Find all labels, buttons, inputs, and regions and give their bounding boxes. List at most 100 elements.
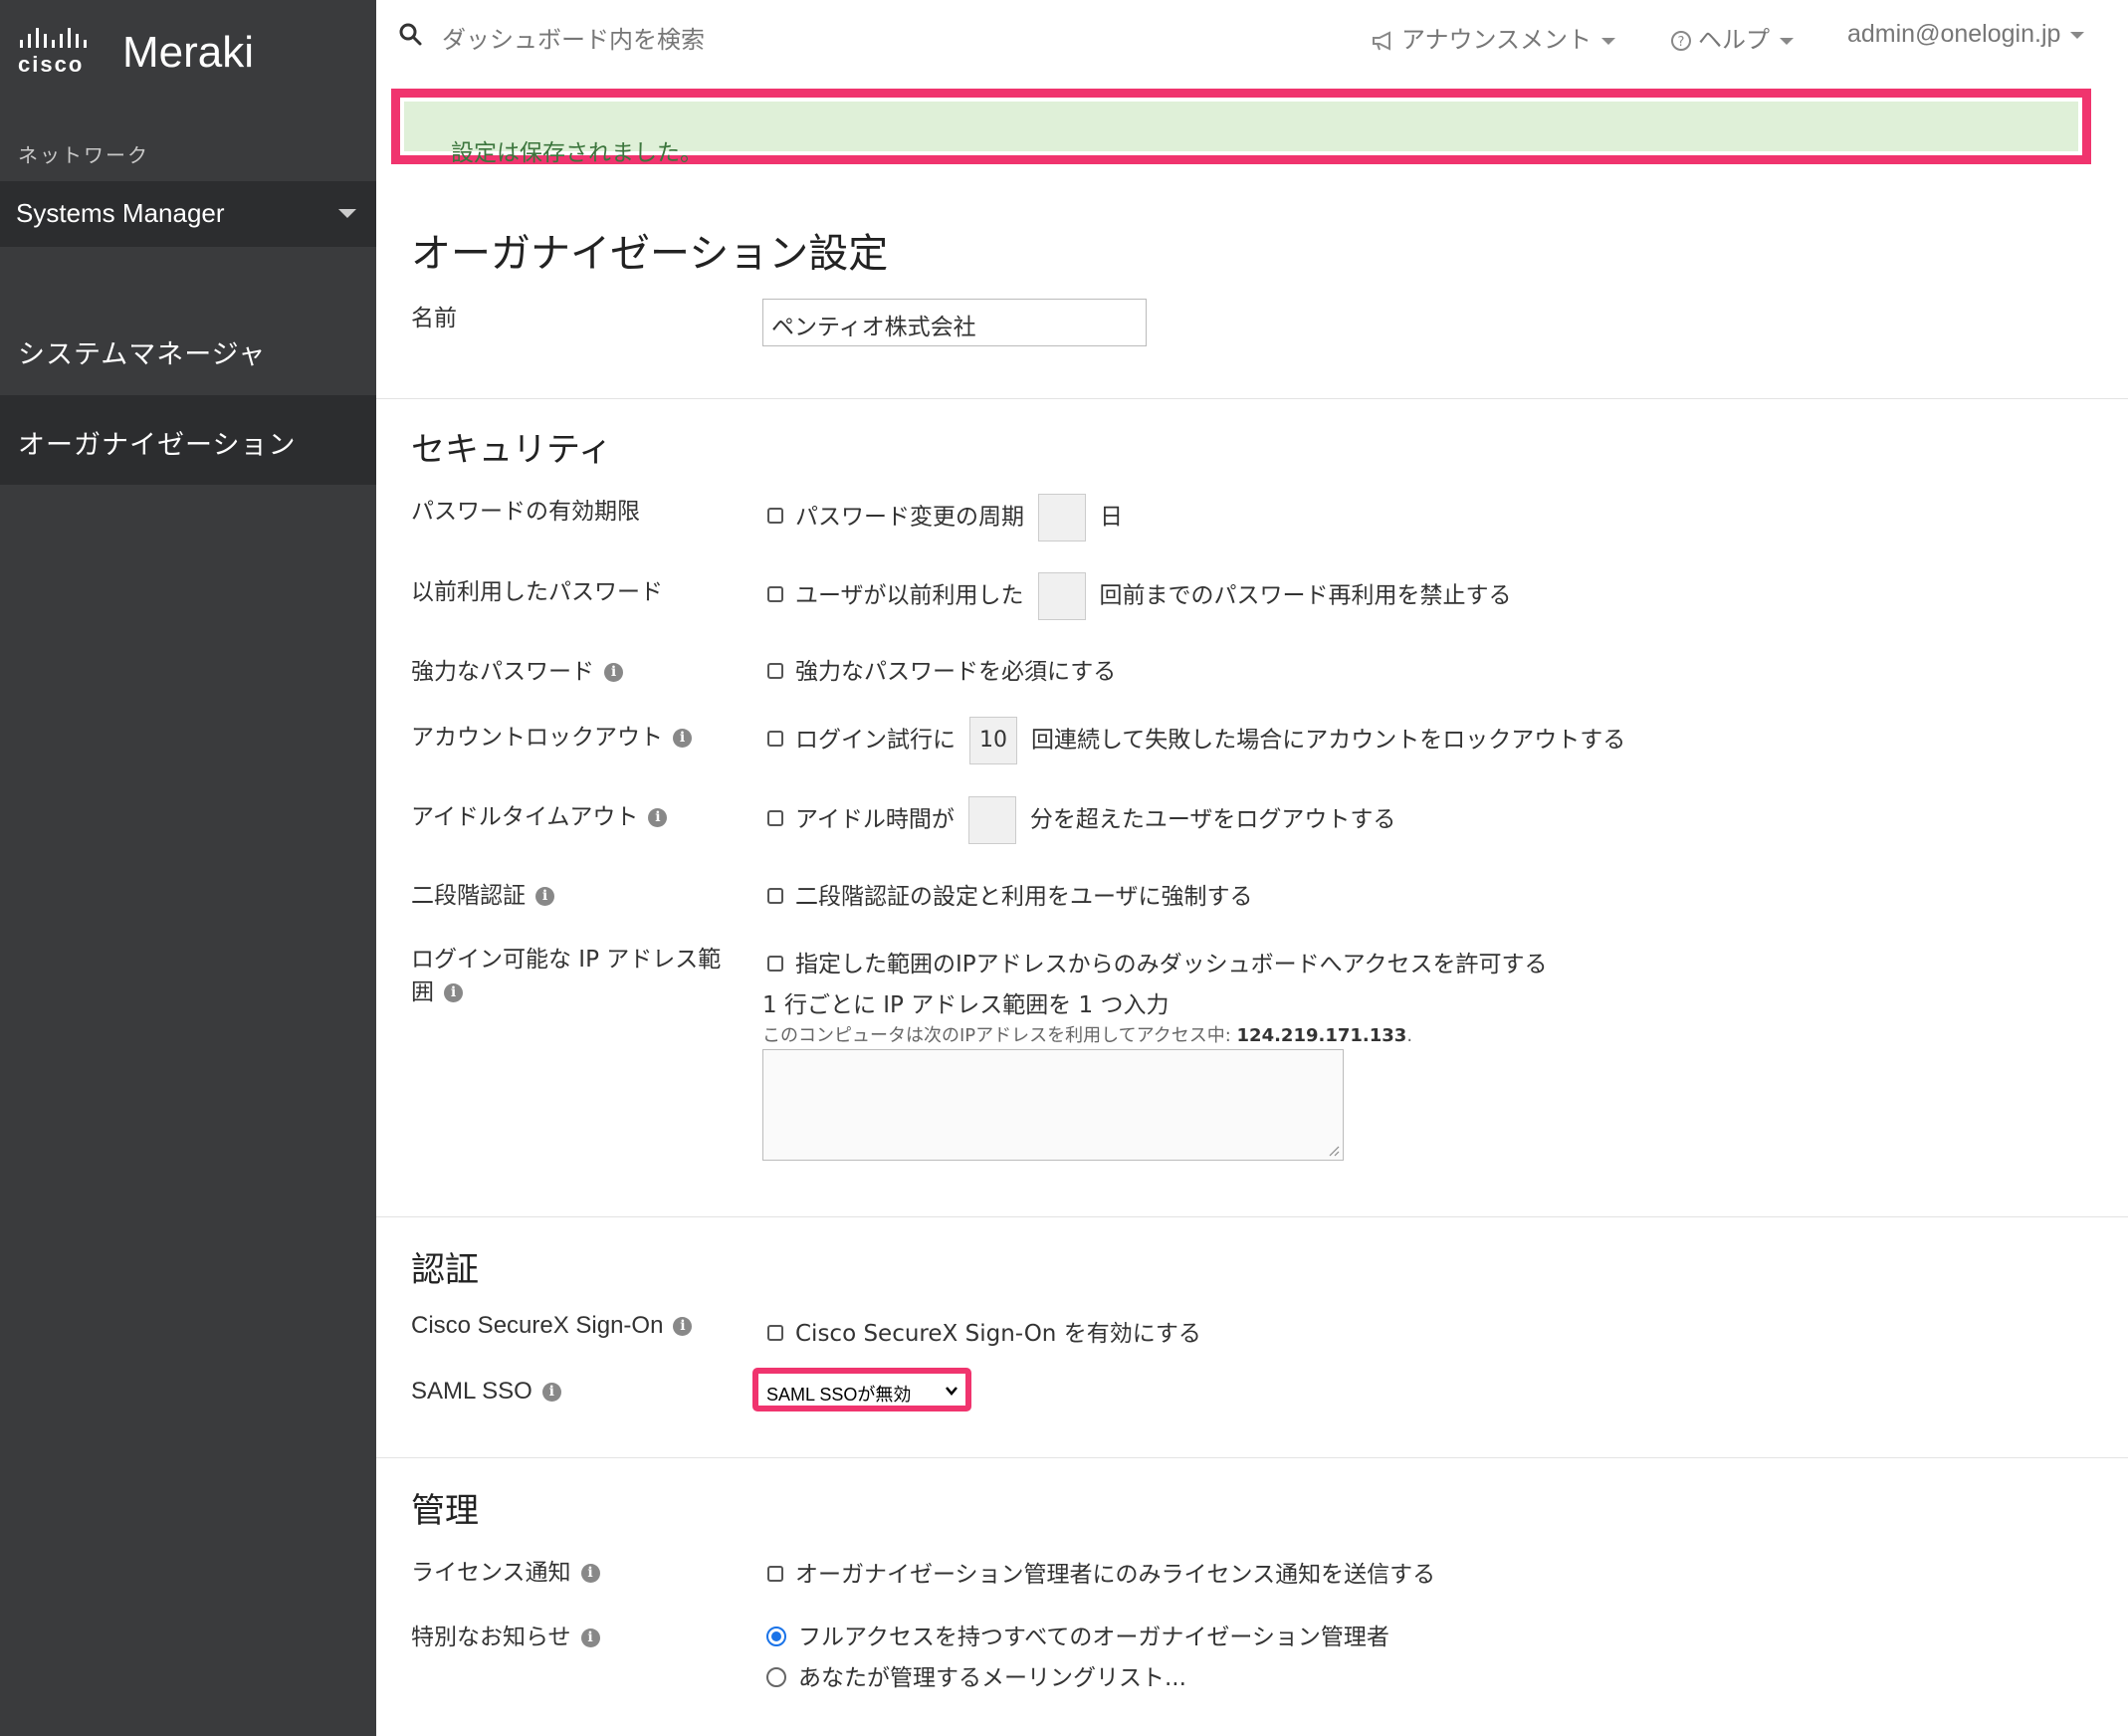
caret-down-icon <box>1780 37 1794 45</box>
ip-range-control: 指定した範囲のIPアドレスからのみダッシュボードへアクセスを許可する <box>767 945 1548 978</box>
previous-passwords-checkbox[interactable] <box>767 586 783 602</box>
strong-password-label: 強力なパスワード i <box>411 652 623 686</box>
name-label: 名前 <box>411 306 457 331</box>
help-label: ヘルプ <box>1698 26 1770 54</box>
radio-selected[interactable] <box>766 1626 786 1646</box>
account-lockout-control: ログイン試行に 10 回連続して失敗した場合にアカウントをロックアウトする <box>767 717 1625 764</box>
two-factor-control: 二段階認証の設定と利用をユーザに強制する <box>767 877 1253 911</box>
caret-down-icon <box>2070 31 2085 39</box>
help-menu[interactable]: ? ヘルプ <box>1670 20 1794 55</box>
two-factor-checkbox[interactable] <box>767 887 783 904</box>
page-title: オーガナイゼーション設定 <box>411 231 889 277</box>
info-icon[interactable]: i <box>535 887 554 906</box>
previous-passwords-suffix: 回前までのパスワード再利用を禁止する <box>1099 582 1512 609</box>
ip-range-textarea[interactable] <box>762 1049 1344 1161</box>
idle-timeout-checkbox-label: アイドル時間が <box>795 806 955 833</box>
password-expiry-checkbox-label: パスワード変更の周期 <box>795 504 1024 531</box>
ip-range-label-line1: ログイン可能な IP アドレス範 <box>411 947 722 973</box>
auth-heading: 認証 <box>411 1250 479 1290</box>
idle-timeout-control: アイドル時間が 分を超えたユーザをログアウトする <box>767 796 1395 844</box>
top-bar: ダッシュボード内を検索 アナウンスメント ? ヘルプ admin@onelogi… <box>376 0 2128 72</box>
idle-timeout-label-text: アイドルタイムアウト <box>411 804 639 830</box>
account-lockout-suffix: 回連続して失敗した場合にアカウントをロックアウトする <box>1031 727 1626 754</box>
info-icon[interactable]: i <box>580 1564 600 1583</box>
previous-passwords-count-input[interactable] <box>1037 572 1086 620</box>
strong-password-label-text: 強力なパスワード <box>411 659 594 685</box>
caret-down-icon <box>1601 37 1616 45</box>
idle-timeout-checkbox[interactable] <box>767 810 783 826</box>
previous-passwords-checkbox-label: ユーザが以前利用した <box>795 582 1024 609</box>
help-circle-icon: ? <box>1671 31 1691 51</box>
ip-range-note: このコンピュータは次のIPアドレスを利用してアクセス中: 124.219.171… <box>762 1021 1412 1047</box>
info-icon[interactable]: i <box>648 808 668 827</box>
special-notice-option-mailing-list[interactable]: あなたが管理するメーリングリスト... <box>766 1658 1186 1692</box>
info-icon[interactable]: i <box>673 1317 693 1337</box>
megaphone-icon <box>1373 31 1390 51</box>
network-selector-value: Systems Manager <box>16 198 225 228</box>
idle-timeout-suffix: 分を超えたユーザをログアウトする <box>1029 806 1396 833</box>
securex-checkbox[interactable] <box>767 1324 783 1341</box>
license-notice-checkbox-label: オーガナイゼーション管理者にのみライセンス通知を送信する <box>795 1562 1436 1588</box>
cisco-meraki-logo[interactable]: cisco Meraki <box>18 22 356 82</box>
idle-timeout-label: アイドルタイムアウト i <box>411 797 668 831</box>
password-expiry-checkbox[interactable] <box>767 508 783 524</box>
ip-range-label: ログイン可能な IP アドレス範 囲i <box>411 944 721 1009</box>
info-icon[interactable]: i <box>673 729 692 748</box>
svg-text:?: ? <box>1678 35 1685 50</box>
chevron-down-icon <box>946 1387 958 1396</box>
license-notice-label: ライセンス通知 i <box>411 1553 600 1587</box>
account-lockout-attempts-input[interactable]: 10 <box>969 717 1017 764</box>
special-notice-option2-label: あなたが管理するメーリングリスト... <box>798 1665 1186 1691</box>
announcements-menu[interactable]: アナウンスメント <box>1372 20 1616 55</box>
sidebar-item-organization[interactable]: オーガナイゼーション <box>0 395 376 485</box>
sidebar: cisco Meraki ネットワーク Systems Manager システム… <box>0 0 376 1736</box>
securex-label: Cisco SecureX Sign-On i <box>411 1312 693 1340</box>
ip-note-prefix: このコンピュータは次のIPアドレスを利用してアクセス中: <box>762 1025 1237 1046</box>
search-input[interactable]: ダッシュボード内を検索 <box>442 20 705 55</box>
previous-passwords-control: ユーザが以前利用した 回前までのパスワード再利用を禁止する <box>767 572 1512 620</box>
organization-name-input[interactable]: ペンティオ株式会社 <box>762 299 1147 346</box>
account-lockout-checkbox-label: ログイン試行に <box>795 727 956 754</box>
ip-range-checkbox[interactable] <box>767 955 783 972</box>
radio-unselected[interactable] <box>766 1666 786 1687</box>
special-notice-label: 特別なお知らせ i <box>411 1618 600 1651</box>
saml-sso-select[interactable]: SAML SSOが無効 <box>752 1368 971 1411</box>
idle-timeout-minutes-input[interactable] <box>967 796 1016 844</box>
ip-note-suffix: . <box>1406 1025 1413 1046</box>
resize-grip-icon[interactable] <box>1328 1145 1340 1157</box>
two-factor-label: 二段階認証 i <box>411 876 554 910</box>
securex-label-text: Cisco SecureX Sign-On <box>411 1312 664 1339</box>
special-notice-label-text: 特別なお知らせ <box>411 1625 571 1650</box>
info-icon[interactable]: i <box>541 1383 561 1403</box>
network-label: ネットワーク <box>18 143 149 167</box>
search-icon[interactable] <box>398 22 424 48</box>
strong-password-checkbox[interactable] <box>767 662 783 679</box>
account-lockout-checkbox[interactable] <box>767 731 783 747</box>
securex-control: Cisco SecureX Sign-On を有効にする <box>767 1314 1201 1348</box>
ip-range-instruction: 1 行ごとに IP アドレス範囲を 1 つ入力 <box>762 992 1170 1018</box>
special-notice-option1-label: フルアクセスを持つすべてのオーガナイゼーション管理者 <box>798 1625 1389 1650</box>
password-expiry-suffix: 日 <box>1100 504 1123 531</box>
info-icon[interactable]: i <box>604 663 623 682</box>
security-heading: セキュリティ <box>411 430 612 470</box>
info-icon[interactable]: i <box>580 1628 600 1647</box>
special-notice-option-all-admins[interactable]: フルアクセスを持つすべてのオーガナイゼーション管理者 <box>766 1618 1389 1651</box>
cisco-wordmark: cisco <box>18 52 85 77</box>
caret-down-icon <box>338 209 356 218</box>
admin-heading: 管理 <box>411 1491 479 1531</box>
sidebar-item-systems-manager[interactable]: システムマネージャ <box>0 305 376 394</box>
password-expiry-label: パスワードの有効期限 <box>411 499 640 525</box>
account-menu[interactable]: admin@onelogin.jp <box>1847 20 2085 49</box>
password-expiry-days-input[interactable] <box>1038 494 1086 542</box>
network-selector[interactable]: Systems Manager <box>0 181 376 247</box>
strong-password-checkbox-label: 強力なパスワードを必須にする <box>795 659 1117 685</box>
success-alert-text: 設定は保存されました。 <box>451 140 703 166</box>
divider <box>376 1457 2128 1458</box>
divider <box>376 1216 2128 1217</box>
license-notice-checkbox[interactable] <box>767 1565 783 1582</box>
saml-sso-label: SAML SSO i <box>411 1378 561 1406</box>
two-factor-checkbox-label: 二段階認証の設定と利用をユーザに強制する <box>795 884 1253 910</box>
saml-sso-select-value: SAML SSOが無効 <box>766 1385 912 1405</box>
info-icon[interactable]: i <box>444 983 463 1002</box>
securex-checkbox-label: Cisco SecureX Sign-On を有効にする <box>795 1321 1201 1347</box>
